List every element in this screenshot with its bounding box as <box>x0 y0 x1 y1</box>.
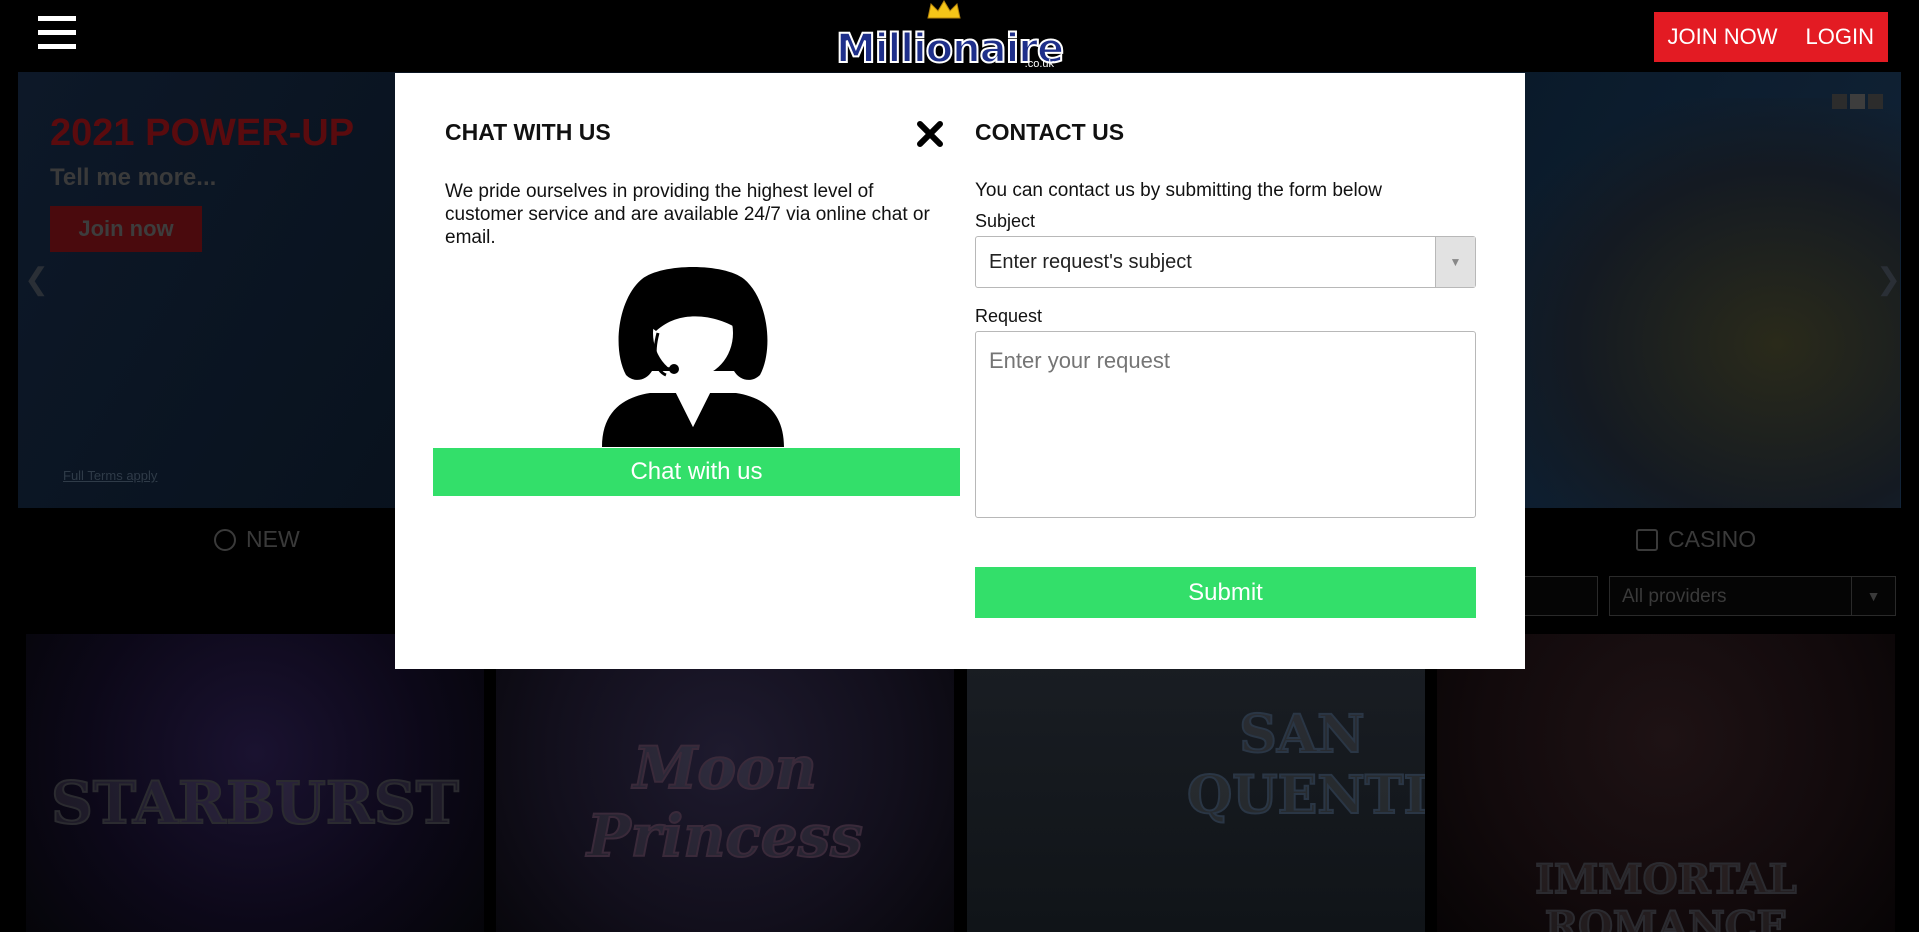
page: Millionaire .co.uk JOIN NOW LOGIN 2021 P… <box>0 0 1919 932</box>
subject-value: Enter request's subject <box>989 251 1192 273</box>
crown-icon <box>927 0 961 19</box>
subject-select[interactable]: Enter request's subject ▼ <box>975 236 1476 288</box>
join-now-button[interactable]: JOIN NOW <box>1654 24 1792 50</box>
tab-new-label: NEW <box>246 526 300 552</box>
site-header: Millionaire .co.uk JOIN NOW LOGIN <box>0 0 1919 74</box>
providers-value: All providers <box>1622 586 1727 607</box>
providers-select[interactable]: All providers ▼ <box>1609 576 1896 616</box>
game-title: Moon Princess <box>586 733 864 871</box>
cards-icon <box>1636 528 1658 551</box>
login-button[interactable]: LOGIN <box>1792 24 1888 50</box>
menu-icon[interactable] <box>38 16 76 56</box>
hero-title: 2021 POWER-UP <box>50 112 355 154</box>
carousel-dot[interactable] <box>1850 94 1865 109</box>
contact-section: CONTACT US You can contact us by submitt… <box>975 119 1476 618</box>
hero-join-button[interactable]: Join now <box>50 206 202 252</box>
contact-description: You can contact us by submitting the for… <box>975 180 1382 201</box>
chevron-down-icon: ▼ <box>1435 237 1475 287</box>
close-icon[interactable] <box>915 119 945 149</box>
game-tile-moon-princess[interactable]: Moon Princess <box>496 634 954 932</box>
hero-subtitle: Tell me more... <box>50 164 217 191</box>
chat-heading: CHAT WITH US <box>445 119 611 145</box>
tab-casino[interactable]: CASINO <box>1636 526 1756 553</box>
carousel-dot[interactable] <box>1832 94 1847 109</box>
game-tile-immortal-romance[interactable]: IMMORTAL ROMANCE <box>1437 634 1895 932</box>
request-label: Request <box>975 306 1043 326</box>
contact-modal: CHAT WITH US We pride ourselves in provi… <box>395 73 1525 669</box>
stopwatch-icon <box>214 528 236 551</box>
contact-heading: CONTACT US <box>975 119 1125 145</box>
auth-buttons: JOIN NOW LOGIN <box>1653 12 1888 62</box>
carousel-dot[interactable] <box>1868 94 1883 109</box>
game-title: SAN QUENTIN <box>1186 703 1425 827</box>
support-agent-icon <box>602 267 784 447</box>
chat-section: CHAT WITH US We pride ourselves in provi… <box>445 119 950 249</box>
subject-label: Subject <box>975 211 1036 231</box>
site-logo[interactable]: Millionaire .co.uk <box>830 0 1065 74</box>
carousel-dots <box>1832 94 1883 109</box>
logo-domain: .co.uk <box>1024 58 1054 70</box>
chevron-left-icon[interactable]: ❮ <box>24 262 49 297</box>
submit-button[interactable]: Submit <box>975 567 1476 618</box>
chevron-right-icon[interactable]: ❯ <box>1876 262 1901 297</box>
chevron-down-icon: ▼ <box>1851 577 1895 615</box>
chat-with-us-button[interactable]: Chat with us <box>433 448 960 496</box>
tab-casino-label: CASINO <box>1668 526 1757 552</box>
game-title: IMMORTAL ROMANCE <box>1534 855 1797 932</box>
chat-description: We pride ourselves in providing the high… <box>445 181 930 248</box>
tab-new[interactable]: NEW <box>214 526 300 553</box>
game-tile-starburst[interactable]: STARBURST <box>26 634 484 932</box>
request-textarea[interactable] <box>975 331 1476 518</box>
hero-artwork <box>1490 98 1900 508</box>
game-tile-san-quentin[interactable]: SAN QUENTIN <box>967 634 1425 932</box>
hero-terms-link[interactable]: Full Terms apply <box>63 468 157 483</box>
game-title: STARBURST <box>50 768 460 838</box>
